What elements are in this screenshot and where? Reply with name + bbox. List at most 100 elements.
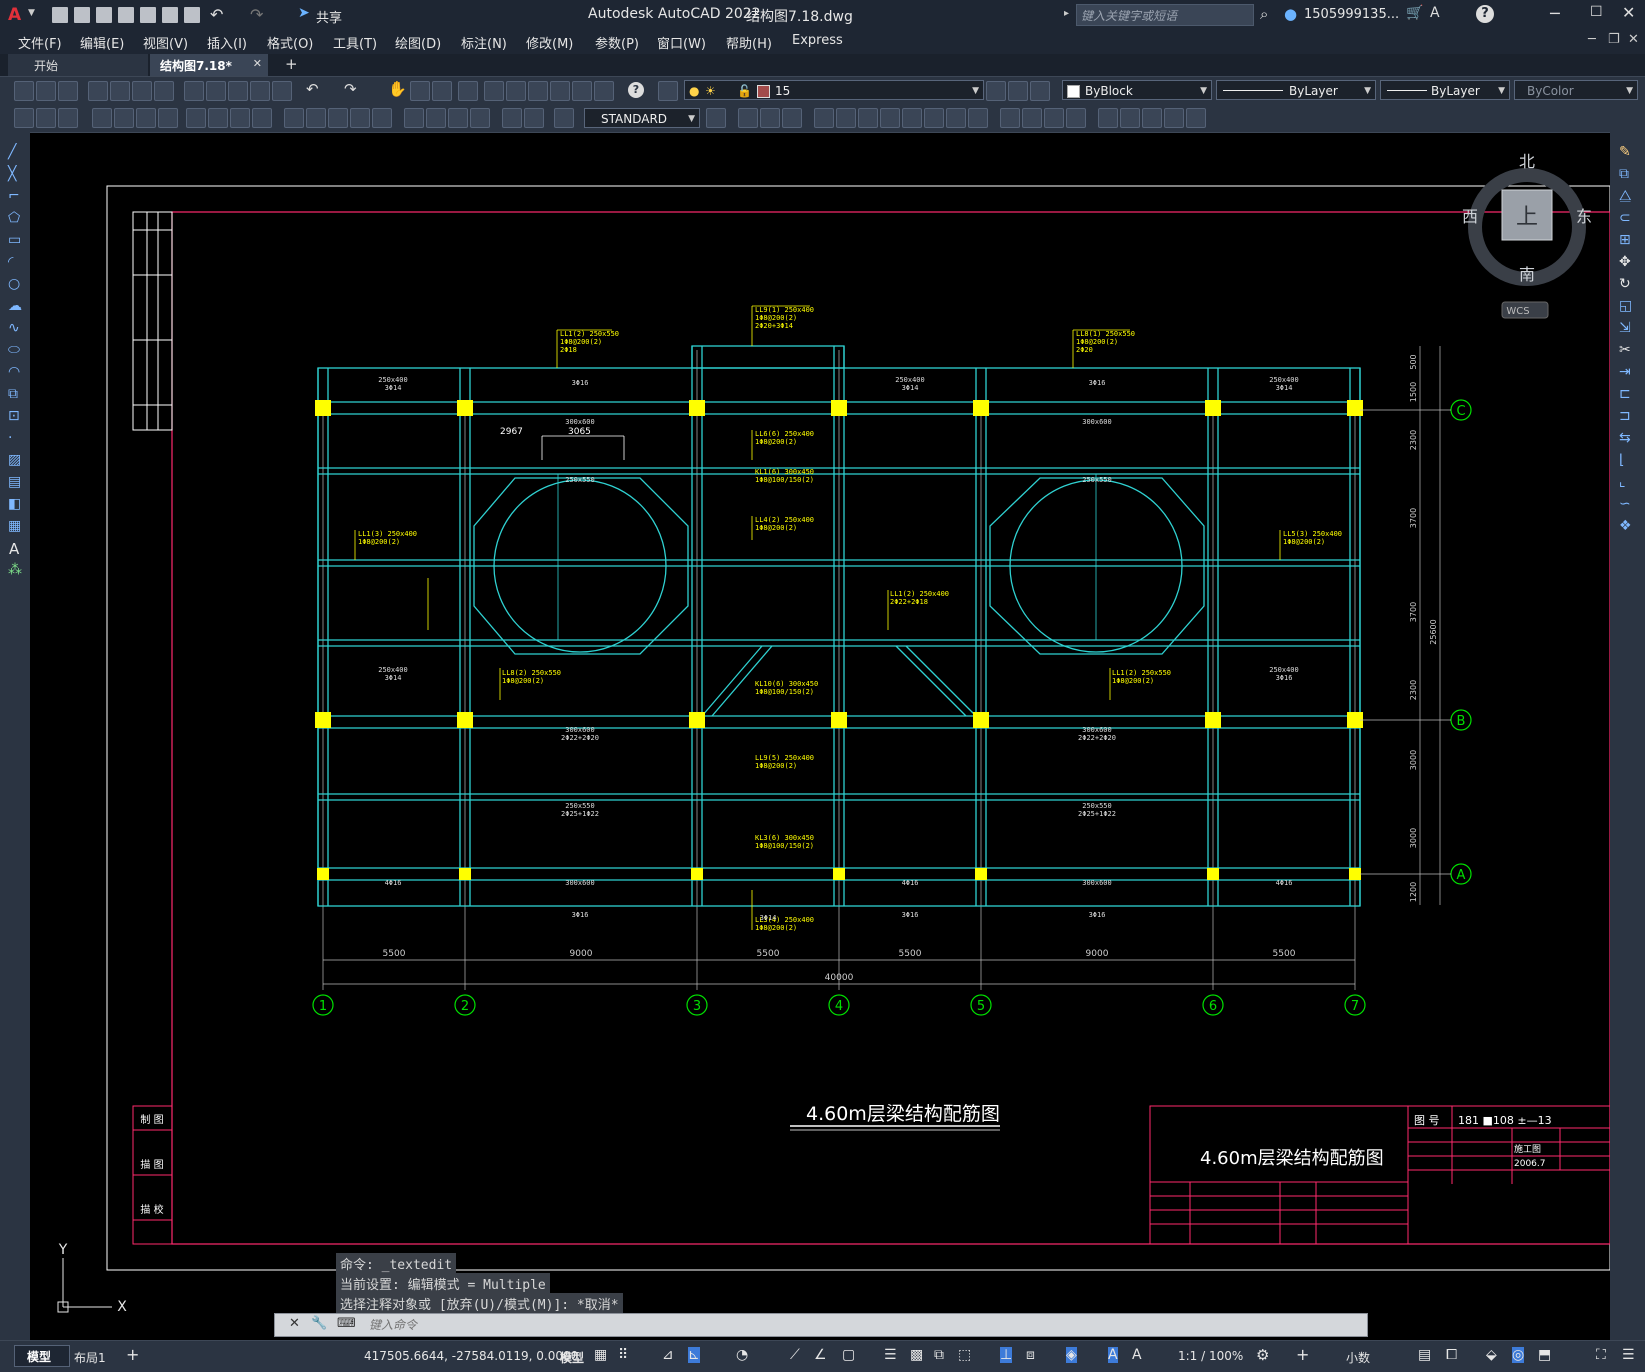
lineweight-display-icon[interactable]: ☰ xyxy=(884,1347,897,1363)
fillet-icon[interactable]: ⌞ xyxy=(1619,474,1626,490)
qopen-icon[interactable] xyxy=(36,81,56,101)
command-recent-icon[interactable]: ⌨ xyxy=(337,1316,356,1331)
selection-cycling-icon[interactable]: ⧉ xyxy=(934,1347,944,1363)
line-icon[interactable]: ╱ xyxy=(8,144,16,160)
quick-properties-icon[interactable]: ▤ xyxy=(1418,1347,1431,1363)
app-menu-chevron-icon[interactable]: ▼ xyxy=(28,8,35,18)
hardware-acceleration-icon[interactable]: ◎ xyxy=(1512,1347,1525,1363)
redo-icon[interactable]: ↷ xyxy=(250,5,263,24)
print-icon[interactable] xyxy=(88,81,108,101)
polar-icon[interactable]: ◔ xyxy=(736,1347,748,1363)
osnap-icon[interactable]: ▢ xyxy=(842,1347,855,1363)
menu-edit[interactable]: 编辑(E) xyxy=(80,33,124,52)
matchprop-icon[interactable] xyxy=(250,81,270,101)
region-icon[interactable]: ◧ xyxy=(8,496,21,512)
chamfer-edge-icon[interactable] xyxy=(1044,108,1064,128)
command-close-icon[interactable]: ✕ xyxy=(289,1316,300,1331)
insert-block-icon[interactable]: ⧉ xyxy=(8,386,18,402)
polygon-icon[interactable]: ⬠ xyxy=(8,210,20,226)
zoom-previous-icon[interactable] xyxy=(458,81,478,101)
selection-filter-icon[interactable]: ⧈ xyxy=(1026,1347,1035,1363)
designcenter-icon[interactable] xyxy=(506,81,526,101)
union-icon[interactable] xyxy=(814,108,834,128)
lineweight-dropdown[interactable]: ByLayer ▼ xyxy=(1380,80,1510,100)
chevron-down-icon[interactable]: ▼ xyxy=(1626,81,1633,101)
dim-aligned-icon[interactable] xyxy=(114,108,134,128)
dim-baseline-icon[interactable] xyxy=(306,108,326,128)
break-icon[interactable]: ⊏ xyxy=(1619,386,1631,402)
fullscreen-icon[interactable]: ⛶ xyxy=(1596,1347,1606,1363)
command-input[interactable] xyxy=(367,1315,1351,1335)
doc-minimize-icon[interactable]: ─ xyxy=(1588,32,1596,47)
autocad-logo-icon[interactable]: A xyxy=(8,5,26,25)
customization-icon[interactable]: ☰ xyxy=(1622,1347,1635,1363)
dim-radius-icon[interactable] xyxy=(186,108,206,128)
dimstyle-icon[interactable] xyxy=(706,108,726,128)
viewcube-east[interactable]: 东 xyxy=(1576,207,1592,226)
pan-icon[interactable]: ✋ xyxy=(388,80,407,98)
minimize-icon[interactable]: ─ xyxy=(1550,4,1560,23)
lock-ui-icon[interactable]: ⧠ xyxy=(1446,1347,1457,1363)
help-toolbar-icon[interactable]: ? xyxy=(628,82,644,98)
preview-icon[interactable] xyxy=(110,81,130,101)
scale-icon[interactable]: ◱ xyxy=(1619,298,1632,314)
viewcube-north[interactable]: 北 xyxy=(1519,152,1535,171)
mirror-icon[interactable]: ⧋ xyxy=(1619,188,1632,204)
dynamic-ucs-icon[interactable]: ⊥ xyxy=(1000,1347,1013,1363)
dimtedit-icon[interactable] xyxy=(524,108,544,128)
move-icon[interactable]: ✥ xyxy=(1619,254,1631,270)
gradient-icon[interactable]: ▤ xyxy=(8,474,21,490)
chevron-down-icon[interactable]: ▼ xyxy=(1498,81,1505,101)
offset-icon[interactable]: ⊂ xyxy=(1619,210,1631,226)
share-button[interactable]: 共享 xyxy=(316,7,342,26)
zoom-window-icon[interactable] xyxy=(432,81,452,101)
flatshot-icon[interactable] xyxy=(1098,108,1118,128)
new-tab-icon[interactable]: + xyxy=(285,55,298,73)
point-icon[interactable]: · xyxy=(8,430,12,446)
save-as-icon[interactable] xyxy=(118,7,134,23)
undo-icon[interactable]: ↶ xyxy=(210,5,223,24)
coordinates-readout[interactable]: 417505.6644, -27584.0119, 0.0000 xyxy=(364,1349,578,1363)
tab-document[interactable]: 结构图7.18* ✕ xyxy=(150,54,268,76)
dim-space-icon[interactable] xyxy=(350,108,370,128)
save-icon[interactable] xyxy=(96,7,112,23)
linetype-dropdown[interactable]: ByLayer ▼ xyxy=(1216,80,1376,100)
search-icon[interactable]: ⌕ xyxy=(1260,5,1268,23)
sweep-icon[interactable] xyxy=(902,108,922,128)
polyline-icon[interactable]: ⌐ xyxy=(8,188,20,204)
revolve-icon[interactable] xyxy=(924,108,944,128)
save-web-icon[interactable] xyxy=(162,7,178,23)
blend-icon[interactable]: ∽ xyxy=(1619,496,1631,512)
viewcube-top[interactable]: 上 xyxy=(1516,205,1538,230)
viewcube-west[interactable]: 西 xyxy=(1462,207,1478,226)
auto-scale-icon[interactable]: A xyxy=(1132,1347,1142,1363)
dimedit-icon[interactable] xyxy=(502,108,522,128)
qnew-icon[interactable] xyxy=(14,81,34,101)
annotation-scale[interactable]: 1:1 / 100% xyxy=(1178,1349,1243,1363)
add-selected-icon[interactable]: ⁂ xyxy=(8,562,22,578)
intersect-icon[interactable] xyxy=(858,108,878,128)
qsave-icon[interactable] xyxy=(58,81,78,101)
doc-restore-icon[interactable]: ❐ xyxy=(1608,32,1620,47)
open-icon[interactable] xyxy=(74,7,90,23)
plotstyle-dropdown[interactable]: ByColor ▼ xyxy=(1514,80,1638,100)
layer-lock-icon[interactable]: 🔓 xyxy=(737,81,752,101)
extend-icon[interactable]: ⇥ xyxy=(1619,364,1631,380)
slice-icon[interactable] xyxy=(968,108,988,128)
menu-modify[interactable]: 修改(M) xyxy=(526,33,573,52)
break-at-point-icon[interactable]: ⊐ xyxy=(1619,408,1631,424)
dim-break-icon[interactable] xyxy=(372,108,392,128)
tab-close-icon[interactable]: ✕ xyxy=(253,57,262,70)
search-input[interactable]: 键入关键字或短语 xyxy=(1076,4,1254,26)
dimstyle-dropdown[interactable]: STANDARD ▼ xyxy=(584,108,700,128)
ellipse-arc-icon[interactable]: ◠ xyxy=(8,364,20,380)
menu-view[interactable]: 视图(V) xyxy=(143,33,188,52)
circle-icon[interactable]: ○ xyxy=(8,276,20,292)
dim-angular-icon[interactable] xyxy=(252,108,272,128)
3d-array-icon[interactable] xyxy=(1186,108,1206,128)
spline-icon[interactable]: ∿ xyxy=(8,320,20,336)
erase-icon[interactable]: ✎ xyxy=(1619,144,1631,160)
tool-button-icon[interactable] xyxy=(36,108,56,128)
3d-rotate-icon[interactable] xyxy=(1142,108,1162,128)
copy-object-icon[interactable]: ⧉ xyxy=(1619,166,1629,182)
